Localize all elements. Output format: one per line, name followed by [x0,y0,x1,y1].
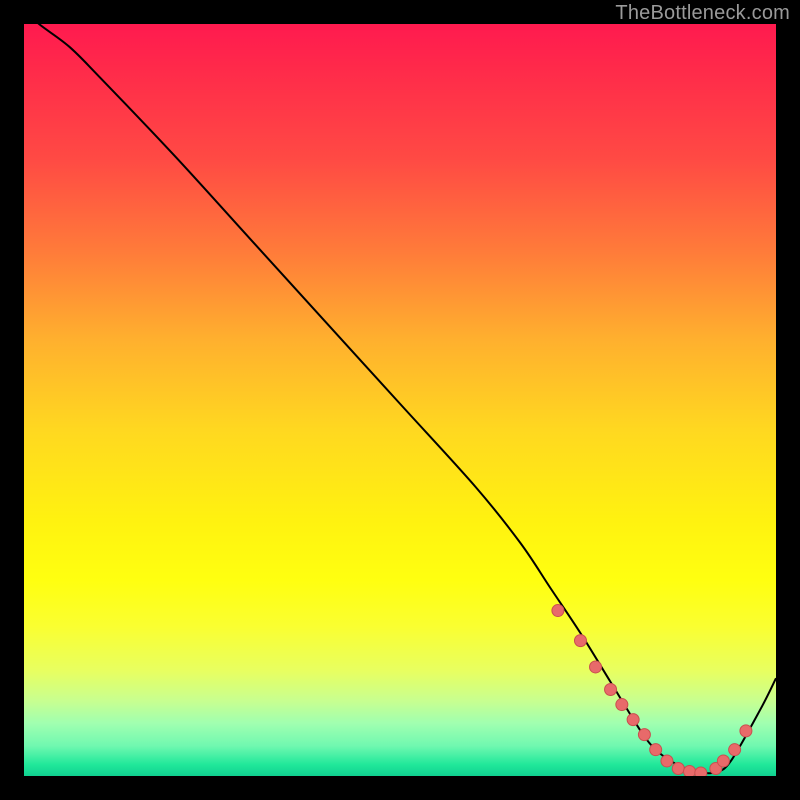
watermark-text: TheBottleneck.com [615,2,790,25]
marker-point [627,714,639,726]
marker-point [684,765,696,776]
marker-point [729,744,741,756]
marker-point [552,605,564,617]
marker-point [650,744,662,756]
marker-point [740,725,752,737]
marker-point [605,684,617,696]
marker-point [661,755,673,767]
chart-frame: TheBottleneck.com [0,0,800,800]
marker-point [695,767,707,776]
bottleneck-curve [24,24,776,773]
plot-area [24,24,776,776]
marker-point [717,755,729,767]
highlighted-points [552,605,752,776]
marker-point [638,729,650,741]
marker-point [672,762,684,774]
marker-point [574,635,586,647]
marker-point [616,699,628,711]
marker-point [590,661,602,673]
curve-layer [24,24,776,776]
